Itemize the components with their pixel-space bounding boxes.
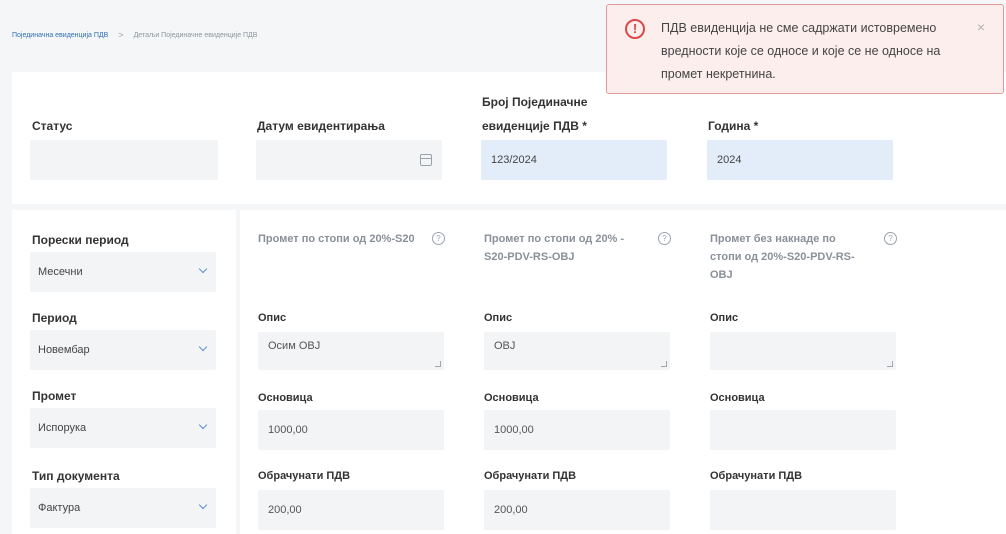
period-select[interactable]: Новембар <box>30 330 216 370</box>
turnover-label: Промет <box>32 389 77 403</box>
resize-handle-icon[interactable] <box>887 361 893 367</box>
breadcrumb: Појединачна евиденција ПДВ > Детаљи Поје… <box>12 30 257 40</box>
date-field[interactable] <box>256 140 442 180</box>
vat-label: Обрачунати ПДВ <box>710 470 803 482</box>
doc-type-select[interactable]: Фактура <box>30 488 216 528</box>
turnover-value: Испорука <box>38 422 87 434</box>
chevron-down-icon <box>198 264 208 274</box>
year-label: Година * <box>708 119 759 133</box>
column-title: Промет по стопи од 20% - S20-PDV-RS-OBJ <box>484 233 625 263</box>
breadcrumb-link[interactable]: Појединачна евиденција ПДВ <box>12 32 108 39</box>
breadcrumb-separator: > <box>118 30 124 40</box>
turnover-select[interactable]: Испорука <box>30 408 216 448</box>
base-field[interactable]: 1000,00 <box>484 410 670 450</box>
description-textarea[interactable]: Осим ОВЈ <box>258 332 444 370</box>
number-label-line2: евиденције ПДВ * <box>482 119 587 133</box>
help-icon[interactable]: ? <box>432 232 445 245</box>
date-label: Датум евидентирања <box>257 119 385 133</box>
tax-period-label: Порески период <box>32 233 129 247</box>
evidence-number-input[interactable]: 123/2024 <box>481 140 667 180</box>
period-label: Период <box>32 311 77 325</box>
doc-type-value: Фактура <box>38 502 81 514</box>
help-icon[interactable]: ? <box>658 232 671 245</box>
vat-label: Обрачунати ПДВ <box>258 470 351 482</box>
vat-field[interactable]: 200,00 <box>258 490 444 530</box>
description-textarea[interactable]: ОВЈ <box>484 332 670 370</box>
description-label: Опис <box>258 312 287 324</box>
left-panel: Порески период Месечни Период Новембар П… <box>12 210 236 534</box>
year-input[interactable]: 2024 <box>707 140 893 180</box>
tax-period-select[interactable]: Месечни <box>30 252 216 292</box>
resize-handle-icon[interactable] <box>435 361 441 367</box>
number-label-line1: Број Појединачне <box>482 95 588 109</box>
vat-field[interactable] <box>710 490 896 530</box>
vat-field[interactable]: 200,00 <box>484 490 670 530</box>
breadcrumb-current: Детаљи Појединачне евиденције ПДВ <box>133 31 258 39</box>
base-label: Основица <box>484 392 539 404</box>
toast-message: ПДВ евиденција не сме садржати истовреме… <box>661 21 941 81</box>
base-field[interactable]: 1000,00 <box>258 410 444 450</box>
base-label: Основица <box>710 392 765 404</box>
resize-handle-icon[interactable] <box>661 361 667 367</box>
doc-type-label: Тип документа <box>32 469 120 483</box>
close-icon[interactable]: × <box>977 19 985 35</box>
chevron-down-icon <box>198 500 208 510</box>
description-textarea[interactable] <box>710 332 896 370</box>
chevron-down-icon <box>198 342 208 352</box>
period-value: Новембар <box>38 344 90 356</box>
description-value: ОВЈ <box>494 340 516 352</box>
description-value: Осим ОВЈ <box>268 340 321 352</box>
tax-period-value: Месечни <box>38 266 83 278</box>
help-icon[interactable]: ? <box>884 232 897 245</box>
base-label: Основица <box>258 392 313 404</box>
status-field[interactable] <box>30 140 218 180</box>
base-field[interactable] <box>710 410 896 450</box>
description-label: Опис <box>484 312 513 324</box>
chevron-down-icon <box>198 420 208 430</box>
column-title: Промет без накнаде по стопи од 20%-S20-P… <box>710 233 855 281</box>
vat-label: Обрачунати ПДВ <box>484 470 577 482</box>
error-icon: ! <box>625 19 645 39</box>
status-label: Статус <box>32 119 73 133</box>
column-title: Промет по стопи од 20%-S20 <box>258 233 415 245</box>
calendar-icon[interactable] <box>420 154 432 166</box>
description-label: Опис <box>710 312 739 324</box>
error-toast: ! ПДВ евиденција не сме садржати истовре… <box>606 4 1004 94</box>
right-panel: Промет по стопи од 20%-S20 ? Опис Осим О… <box>240 210 1006 534</box>
